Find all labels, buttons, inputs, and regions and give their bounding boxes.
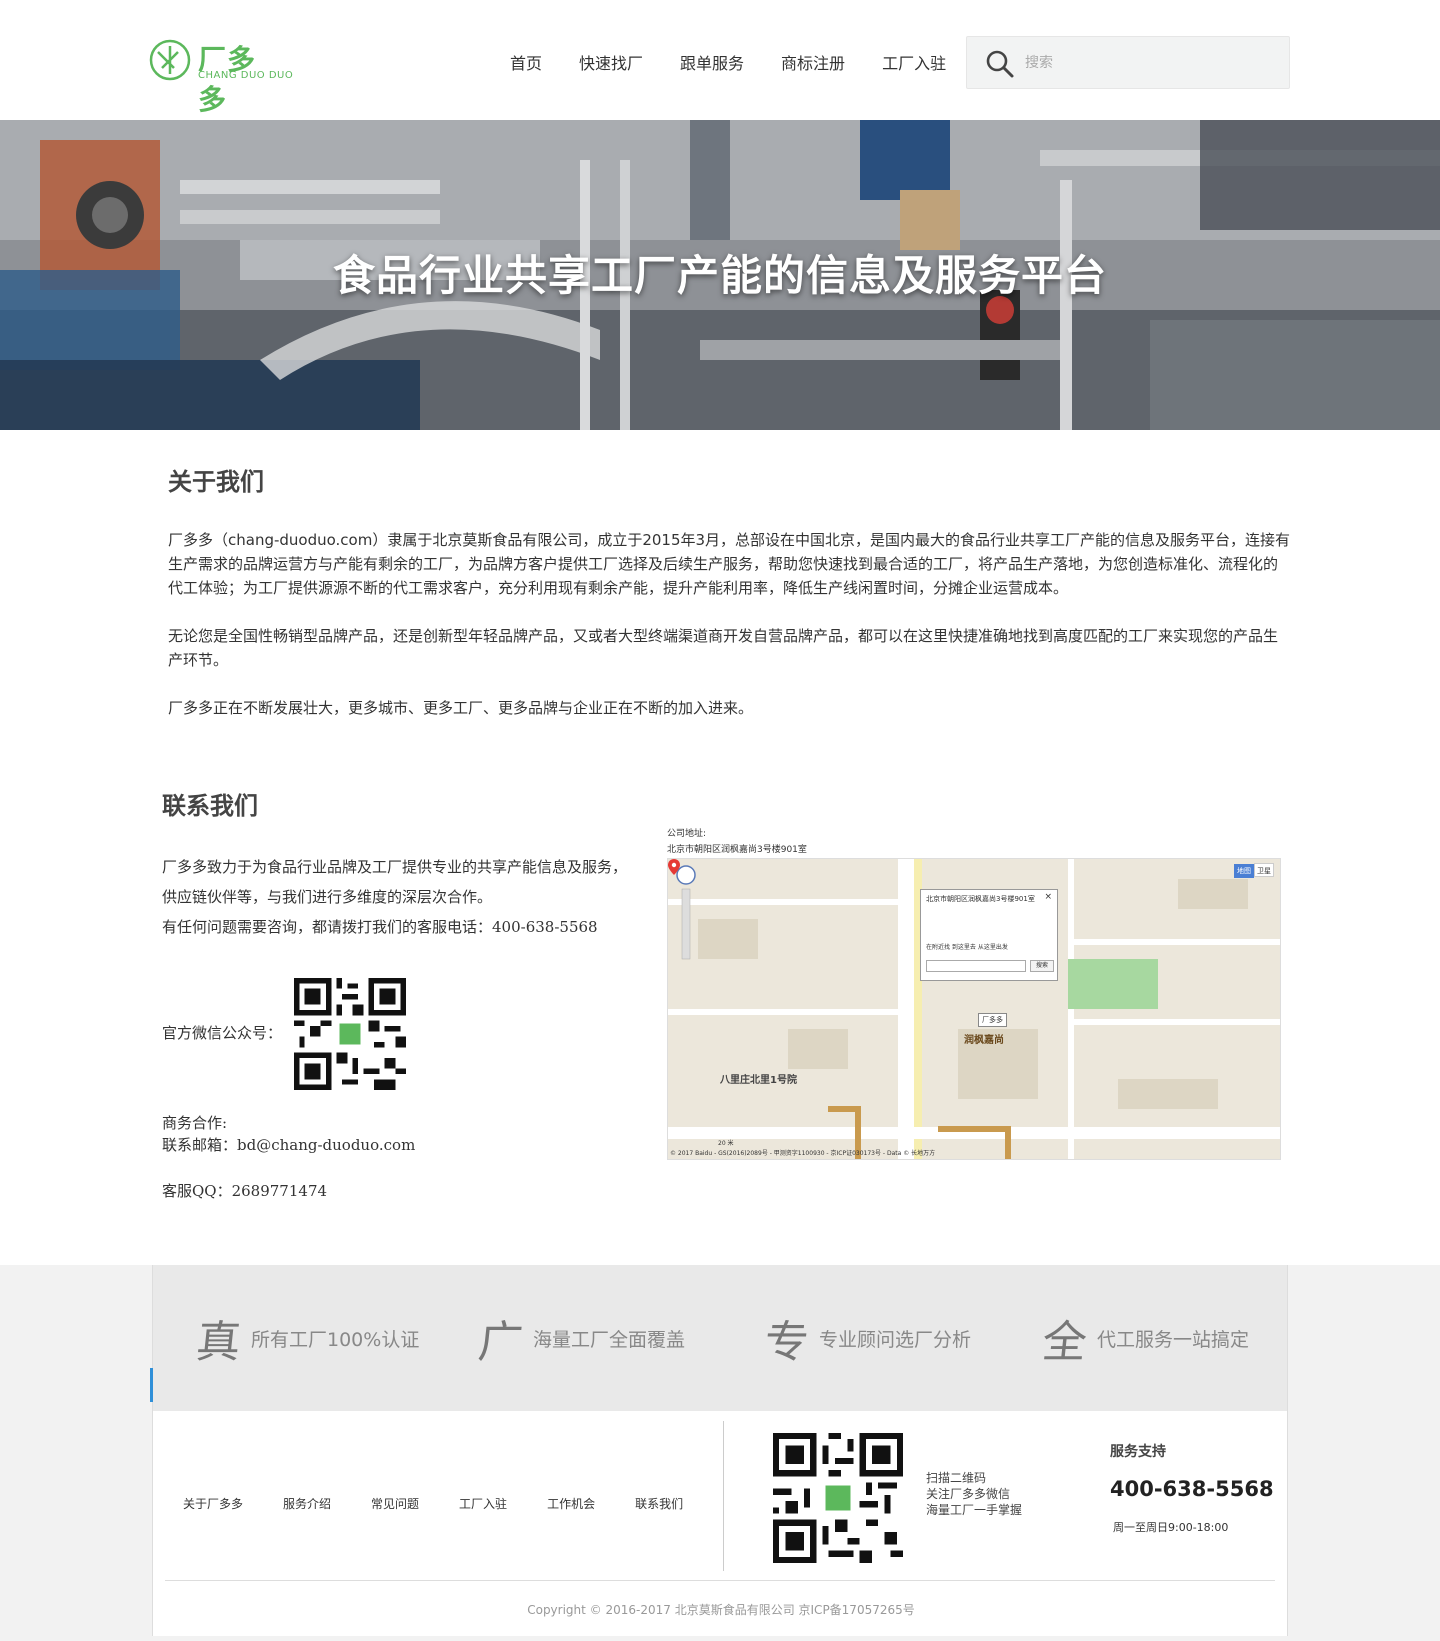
footer-link-about[interactable]: 关于厂多多 (183, 1495, 243, 1512)
footer-link-factory-join[interactable]: 工厂入驻 (459, 1495, 507, 1512)
feature-certified-text: 所有工厂100%认证 (251, 1328, 420, 1351)
business-label: 商务合作: (162, 1114, 228, 1132)
logo-icon (149, 39, 191, 81)
nav-home[interactable]: 首页 (510, 50, 542, 74)
service-support-title: 服务支持 (1110, 1444, 1166, 1460)
business-email[interactable]: 联系邮箱：bd@chang-duoduo.com (162, 1134, 415, 1156)
search-icon[interactable] (985, 49, 1015, 79)
contact-description: 厂多多致力于为食品行业品牌及工厂提供专业的共享产能信息及服务， 供应链伙伴等，与… (162, 852, 662, 942)
footer-link-faq[interactable]: 常见问题 (371, 1495, 419, 1512)
about-paragraph-2: 无论您是全国性畅销型品牌产品，还是创新型年轻品牌产品，又或者大型终端渠道商开发自… (168, 627, 1279, 669)
map-poi-label: 润枫嘉尚 (964, 1035, 1004, 1046)
main-nav: 首页 快速找厂 跟单服务 商标注册 工厂入驻 (510, 50, 983, 74)
nav-factory-join[interactable]: 工厂入驻 (882, 50, 946, 74)
feature-certified: 真 所有工厂100%认证 (194, 1313, 420, 1368)
scan-line-1: 扫描二维码 (926, 1471, 987, 1485)
map-info-window: 北京市朝阳区润枫嘉尚3号楼901室 × 在附近找 到这里去 从这里出发 搜索 (920, 889, 1058, 981)
feature-one-stop-icon: 全 (1039, 1317, 1090, 1368)
map-address-text: 北京市朝阳区润枫嘉尚3号楼901室 (667, 845, 807, 855)
map-type-toggle[interactable]: 地图 卫星 (1234, 863, 1276, 878)
scan-line-3: 海量工厂一手掌握 (926, 1503, 1023, 1517)
footer-links: 关于厂多多 服务介绍 常见问题 工厂入驻 工作机会 联系我们 (183, 1495, 723, 1512)
about-paragraph-3: 厂多多正在不断发展壮大，更多城市、更多工厂、更多品牌与企业正在不断的加入进来。 (168, 699, 754, 717)
site-footer: 关于厂多多 服务介绍 常见问题 工厂入驻 工作机会 联系我们 扫描二维码 关注厂… (152, 1411, 1288, 1636)
footer-scan-text: 扫描二维码 关注厂多多微信 海量工厂一手掌握 (926, 1470, 1022, 1518)
map-type-map[interactable]: 地图 (1234, 864, 1254, 878)
feature-consultant-text: 专业顾问选厂分析 (819, 1328, 972, 1351)
contact-title: 联系我们 (162, 792, 258, 820)
about-paragraph-1: 厂多多（chang-duoduo.com）隶属于北京莫斯食品有限公司，成立于20… (168, 531, 1291, 597)
feature-consultant: 专 专业顾问选厂分析 (762, 1313, 972, 1368)
nav-find-factory[interactable]: 快速找厂 (579, 50, 643, 74)
baidu-map[interactable]: 地图 卫星 北京市朝阳区润枫嘉尚3号楼901室 × 在附近找 到这里去 从这里出发… (667, 858, 1281, 1160)
map-address-label: 公司地址: 北京市朝阳区润枫嘉尚3号楼901室 (667, 826, 807, 858)
map-address-heading: 公司地址: (667, 829, 707, 839)
map-scale: 20 米 (718, 1140, 734, 1147)
map-search-input[interactable] (926, 960, 1026, 972)
site-header: 厂多多 CHANG DUO DUO 首页 快速找厂 跟单服务 商标注册 工厂入驻 (0, 0, 1440, 120)
nav-trademark[interactable]: 商标注册 (781, 50, 845, 74)
footer-divider (723, 1421, 724, 1571)
map-poi-label-2: 八里庄北里1号院 (720, 1075, 797, 1086)
logo-subtext: CHANG DUO DUO (198, 70, 294, 81)
feature-coverage-icon: 广 (475, 1317, 526, 1368)
feature-one-stop: 全 代工服务一站搞定 (1040, 1313, 1250, 1368)
feature-certified-icon: 真 (193, 1317, 244, 1368)
about-title: 关于我们 (168, 468, 264, 496)
service-qq: 客服QQ：2689771474 (162, 1182, 328, 1200)
contact-line-1: 厂多多致力于为食品行业品牌及工厂提供专业的共享产能信息及服务， (162, 858, 628, 876)
search-box[interactable] (966, 36, 1290, 89)
contact-line-3: 有任何问题需要咨询，都请拨打我们的客服电话：400-638-5568 (162, 918, 598, 936)
map-marker-icon[interactable] (668, 859, 680, 875)
wechat-qr-code (294, 978, 406, 1090)
banner-title: 食品行业共享工厂产能的信息及服务平台 (332, 251, 1107, 300)
search-input[interactable] (1025, 47, 1275, 79)
features-strip: 真 所有工厂100%认证 广 海量工厂全面覆盖 专 专业顾问选厂分析 全 代工服… (152, 1265, 1288, 1411)
band-accent-bar (150, 1368, 153, 1402)
footer-rule (165, 1580, 1275, 1581)
hero-banner: 食品行业共享工厂产能的信息及服务平台 (0, 120, 1440, 430)
feature-one-stop-text: 代工服务一站搞定 (1097, 1328, 1250, 1351)
map-info-links[interactable]: 在附近找 到这里去 从这里出发 (926, 942, 1008, 951)
map-search-button[interactable]: 搜索 (1030, 960, 1054, 972)
footer-wechat-qr-code (773, 1433, 903, 1563)
footer-link-services[interactable]: 服务介绍 (283, 1495, 331, 1512)
nav-order-service[interactable]: 跟单服务 (680, 50, 744, 74)
map-info-title: 北京市朝阳区润枫嘉尚3号楼901室 (926, 895, 1035, 903)
service-phone: 400-638-5568 (1110, 1477, 1274, 1501)
logo[interactable]: 厂多多 CHANG DUO DUO (148, 38, 293, 116)
wechat-label: 官方微信公众号： (162, 1024, 283, 1042)
close-icon[interactable]: × (1044, 892, 1052, 902)
map-copyright: © 2017 Baidu - GS(2016)2089号 - 甲测资字11009… (670, 1150, 936, 1157)
business-cooperation: 商务合作: 联系邮箱：bd@chang-duoduo.com (162, 1112, 415, 1156)
map-type-satellite[interactable]: 卫星 (1254, 863, 1274, 877)
copyright: Copyright © 2016-2017 北京莫斯食品有限公司 京ICP备17… (527, 1603, 915, 1617)
feature-coverage: 广 海量工厂全面覆盖 (476, 1313, 686, 1368)
footer-link-contact[interactable]: 联系我们 (635, 1495, 683, 1512)
feature-coverage-text: 海量工厂全面覆盖 (533, 1328, 686, 1351)
contact-line-2: 供应链伙伴等，与我们进行多维度的深层次合作。 (162, 888, 493, 906)
service-hours: 周一至周日9:00-18:00 (1113, 1521, 1229, 1534)
footer-link-jobs[interactable]: 工作机会 (547, 1495, 595, 1512)
feature-consultant-icon: 专 (761, 1317, 812, 1368)
scan-line-2: 关注厂多多微信 (926, 1487, 1011, 1501)
map-marker-label: 厂多多 (978, 1013, 1007, 1027)
